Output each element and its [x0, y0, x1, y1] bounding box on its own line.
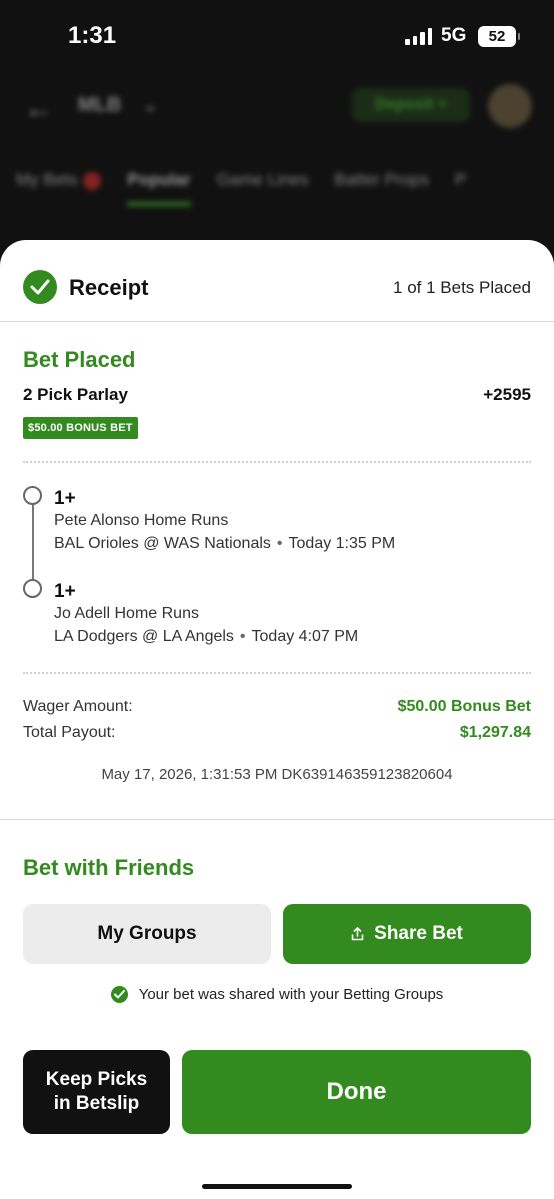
- done-button[interactable]: Done: [182, 1050, 531, 1134]
- background-tabs: My Bets Popular Game Lines Batter Props …: [16, 170, 466, 206]
- signal-icon: [405, 28, 432, 45]
- tab-game-lines: Game Lines: [216, 170, 309, 189]
- notification-dot-icon: [83, 171, 102, 190]
- bet-odds: +2595: [483, 385, 531, 404]
- legs-connector: [32, 496, 34, 588]
- home-indicator[interactable]: [202, 1184, 352, 1189]
- check-circle-icon: [110, 986, 128, 1003]
- network-type: 5G: [441, 25, 467, 46]
- leg-game: LA Dodgers @ LA Angels • Today 4:07 PM: [54, 628, 359, 645]
- leg-value: 1+: [54, 581, 76, 602]
- leg-marker-icon: [23, 579, 42, 598]
- receipt-header: Receipt 1 of 1 Bets Placed: [0, 240, 554, 322]
- tab-batter-props: Batter Props: [334, 170, 429, 189]
- leg-market: Pete Alonso Home Runs: [54, 512, 229, 529]
- background-app: ← MLB ⌄ Deposit + My Bets Popular Game L…: [0, 70, 554, 250]
- shared-confirmation: Your bet was shared with your Betting Gr…: [0, 986, 554, 1003]
- check-circle-icon: [23, 270, 57, 304]
- my-groups-button[interactable]: My Groups: [23, 904, 271, 964]
- receipt-sheet: Receipt 1 of 1 Bets Placed Bet Placed 2 …: [0, 240, 554, 1199]
- tab-popular: Popular: [127, 170, 191, 206]
- friends-section-title: Bet with Friends: [23, 855, 195, 880]
- receipt-title: Receipt: [69, 275, 149, 300]
- keep-picks-button[interactable]: Keep Picks in Betslip: [23, 1050, 170, 1134]
- share-icon: [351, 927, 364, 941]
- payout-value: $1,297.84: [459, 724, 531, 741]
- deposit-button: Deposit +: [352, 88, 470, 122]
- share-bet-button[interactable]: Share Bet: [283, 904, 531, 964]
- share-bet-label: Share Bet: [374, 923, 463, 944]
- tab-more: P: [454, 170, 467, 189]
- bonus-bet-badge: $50.00 BONUS BET: [23, 417, 138, 439]
- status-bar: 1:31 5G 52: [0, 0, 554, 70]
- bet-type: 2 Pick Parlay: [23, 385, 128, 404]
- tab-my-bets: My Bets: [16, 170, 102, 206]
- bet-status: Bet Placed: [23, 347, 136, 372]
- bets-placed-count: 1 of 1 Bets Placed: [393, 278, 531, 297]
- wager-value: $50.00 Bonus Bet: [397, 698, 531, 715]
- divider: [23, 461, 531, 463]
- avatar: [488, 84, 532, 128]
- divider: [23, 672, 531, 674]
- leg-game: BAL Orioles @ WAS Nationals • Today 1:35 P…: [54, 535, 396, 552]
- payout-label: Total Payout:: [23, 724, 116, 741]
- shared-note-text: Your bet was shared with your Betting Gr…: [138, 986, 444, 1003]
- wager-label: Wager Amount:: [23, 698, 133, 715]
- league-selector: MLB: [78, 94, 122, 116]
- back-arrow-icon: ←: [24, 92, 54, 125]
- leg-value: 1+: [54, 488, 76, 509]
- leg-marker-icon: [23, 486, 42, 505]
- battery-icon: 52: [478, 26, 520, 47]
- divider: [0, 819, 554, 820]
- status-time: 1:31: [68, 22, 117, 49]
- leg-market: Jo Adell Home Runs: [54, 605, 199, 622]
- chevron-down-icon: ⌄: [142, 94, 159, 116]
- bet-timestamp-id: May 17, 2026, 1:31:53 PM DK6391463591238…: [101, 766, 453, 783]
